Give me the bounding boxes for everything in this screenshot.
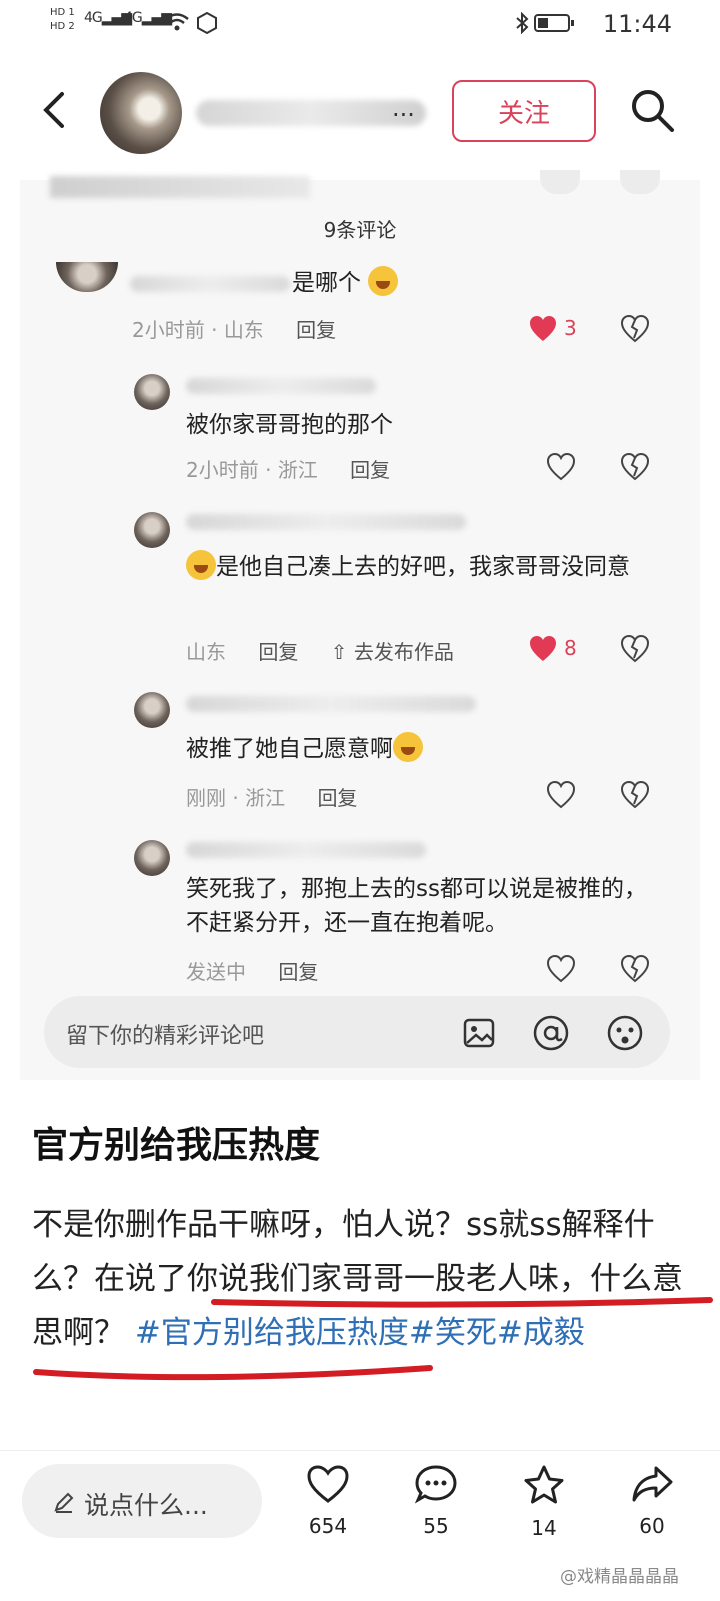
favorite-count: 14 (531, 1516, 557, 1540)
heart-outline-icon[interactable] (546, 452, 576, 482)
laugh-cry-emoji (393, 732, 423, 762)
hashtag[interactable]: #成毅 (497, 1315, 585, 1351)
laugh-cry-emoji (368, 266, 399, 296)
status-bar: HD 1 HD 2 4G▂▄▆ 4G▂▄▆ 11:44 (0, 0, 720, 44)
comment-input-placeholder: 留下你的精彩评论吧 (66, 1024, 265, 1049)
broken-heart-icon[interactable] (620, 780, 650, 810)
heart-filled-icon[interactable] (528, 634, 558, 664)
say-something-placeholder: 说点什么... (84, 1491, 208, 1520)
reply-button[interactable]: 回复 (317, 786, 357, 810)
like-count: 654 (308, 1514, 348, 1538)
heart-outline-icon[interactable] (546, 954, 576, 984)
share-count: 60 (639, 1514, 665, 1538)
like-count: 3 (564, 316, 577, 340)
comment-text: 是他自己凑上去的好吧，我家哥哥没同意 (186, 550, 656, 584)
comment-count: 9条评论 (323, 218, 397, 242)
comment-text: 笑死我了，那抱上去的ss都可以说是被推的，不赶紧分开，还一直在抱着呢。 (186, 876, 647, 936)
wifi-icon (165, 13, 189, 31)
comment-meta: 山东 回复 ⇧ 去发布作品 (186, 640, 454, 664)
reply-button[interactable]: 回复 (258, 640, 298, 664)
heart-outline-icon (307, 1465, 349, 1503)
scared-emoji (186, 550, 216, 580)
hashtag[interactable]: #官方别给我压热度 (135, 1315, 409, 1351)
battery-icon (534, 14, 574, 32)
comment-text: 被你家哥哥抱的那个 (186, 412, 393, 438)
heart-outline-icon[interactable] (546, 780, 576, 810)
sheet-close-icon[interactable] (620, 170, 660, 194)
clock: 11:44 (602, 10, 672, 38)
sim-indicator: HD 1 HD 2 (50, 7, 75, 32)
username-redacted (186, 696, 476, 712)
author-avatar[interactable] (100, 72, 182, 154)
comment-action[interactable]: 55 (396, 1464, 476, 1538)
share-action[interactable]: 60 (612, 1464, 692, 1538)
bluetooth-icon (516, 12, 529, 34)
broken-heart-icon[interactable] (620, 954, 650, 984)
comment-meta: 发送中 回复 (186, 960, 319, 984)
avatar[interactable] (134, 374, 170, 410)
like-count: 8 (564, 636, 577, 660)
comment-meta: 刚刚 · 浙江 回复 (186, 786, 358, 810)
broken-heart-icon[interactable] (620, 314, 650, 344)
comment-sheet (20, 180, 700, 1080)
follow-button[interactable]: 关注 (452, 80, 596, 142)
share-arrow-icon (632, 1466, 673, 1502)
comment-text: 被推了她自己愿意啊 (186, 732, 423, 766)
profile-header: ... 关注 (0, 44, 720, 180)
comment-meta: 2小时前 · 山东 回复 (132, 318, 337, 342)
post-body: 不是你删作品干嘛呀，怕人说？ss就ss解释什么？在说了你说我们家哥哥一股老人味，… (32, 1207, 683, 1351)
favorite-action[interactable]: 14 (504, 1464, 584, 1540)
username-redacted (186, 842, 426, 858)
watermark: @戏精晶晶晶晶 (560, 1567, 679, 1587)
like-action[interactable]: 654 (288, 1464, 368, 1538)
author-name-ellipsis: ... (392, 94, 415, 122)
comment-meta: 2小时前 · 浙江 回复 (186, 458, 391, 482)
back-arrow-icon[interactable] (36, 90, 76, 130)
heart-filled-icon[interactable] (528, 314, 558, 344)
avatar[interactable] (134, 692, 170, 728)
at-mention-icon[interactable] (532, 1014, 570, 1052)
chat-bubble-icon (414, 1465, 457, 1504)
emoji-icon[interactable] (606, 1014, 644, 1052)
broken-heart-icon[interactable] (620, 634, 650, 664)
avatar[interactable] (134, 840, 170, 876)
reply-button[interactable]: 回复 (350, 458, 390, 482)
redacted-strip (50, 176, 310, 198)
sheet-handle-left (540, 170, 580, 194)
search-icon[interactable] (628, 86, 676, 134)
comment-count: 55 (423, 1514, 449, 1538)
username-redacted (186, 378, 376, 394)
publish-work-link[interactable]: ⇧ 去发布作品 (331, 640, 454, 664)
pencil-icon (54, 1492, 74, 1513)
comment-text: 是哪个 (292, 266, 399, 300)
avatar[interactable] (134, 512, 170, 548)
reply-button[interactable]: 回复 (296, 318, 336, 342)
hashtag[interactable]: #笑死 (409, 1315, 497, 1351)
username-redacted (130, 276, 290, 292)
broken-heart-icon[interactable] (620, 452, 650, 482)
hand-icon (197, 12, 217, 34)
reply-button[interactable]: 回复 (278, 960, 318, 984)
star-icon (524, 1465, 564, 1504)
image-icon[interactable] (462, 1016, 496, 1050)
post-title: 官方别给我压热度 (32, 1125, 321, 1166)
username-redacted (186, 514, 466, 530)
